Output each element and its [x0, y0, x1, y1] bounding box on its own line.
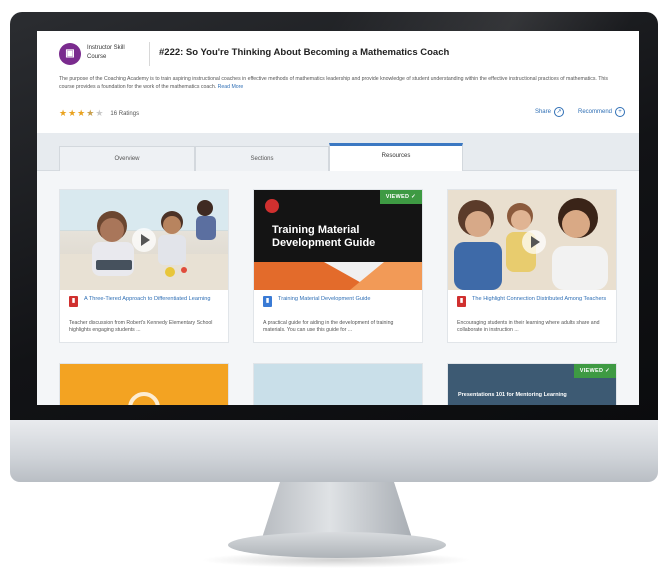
resource-thumbnail[interactable]: VIEWED ✓ Presentations 101 for Mentoring… — [448, 364, 616, 405]
resource-card[interactable]: ▮ A Three-Tiered Approach to Differentia… — [59, 189, 229, 343]
monitor-chin — [10, 420, 658, 482]
tab-sections[interactable]: Sections — [195, 146, 329, 171]
resource-card[interactable]: VIEWED ✓ Presentations 101 for Mentoring… — [447, 363, 617, 405]
resource-title[interactable]: The Highlight Connection Distributed Amo… — [472, 296, 610, 304]
document-thumbnail[interactable]: Training Material Development Guide VIEW… — [254, 190, 422, 290]
star-full-icon: ★ — [68, 108, 77, 118]
star-full-icon: ★ — [77, 108, 86, 118]
viewed-badge: VIEWED ✓ — [379, 190, 422, 204]
video-thumbnail[interactable] — [60, 190, 228, 290]
brand-name-line1: Instructor Skill — [87, 45, 125, 51]
share-icon: ↗ — [553, 107, 564, 117]
tab-resources[interactable]: Resources — [329, 143, 463, 171]
resource-card[interactable] — [59, 363, 229, 405]
viewed-badge: VIEWED ✓ — [573, 364, 616, 378]
thumbs-up-icon: + — [615, 107, 625, 117]
thumbnail-title-line1: Training Material — [272, 224, 360, 236]
doc-icon: ▮ — [263, 296, 272, 307]
screen: ▣ Instructor Skill Course #222: So You'r… — [37, 31, 639, 405]
thumbnail-title: Training Material Development Guide — [272, 224, 375, 250]
monitor-stand-neck — [262, 482, 412, 538]
resource-thumbnail[interactable] — [60, 364, 228, 405]
share-button[interactable]: Share ↗ — [535, 107, 564, 117]
resource-title[interactable]: A Three-Tiered Approach to Differentiate… — [84, 296, 222, 304]
video-thumbnail[interactable] — [448, 190, 616, 290]
resource-card[interactable]: Training Material Development Guide VIEW… — [253, 189, 423, 343]
star-full-icon: ★ — [59, 108, 68, 118]
rating-count: 16 Ratings — [110, 110, 140, 117]
course-header: ▣ Instructor Skill Course #222: So You'r… — [37, 31, 639, 133]
course-description: The purpose of the Coaching Academy is t… — [59, 75, 625, 91]
play-icon[interactable] — [522, 230, 546, 254]
star-half-icon: ★ — [86, 108, 95, 118]
recommend-button[interactable]: Recommend + — [578, 107, 625, 117]
brand-logo-icon: ▣ — [59, 43, 81, 65]
resource-card[interactable] — [253, 363, 423, 405]
resource-description: Teacher discussion from Robert's Kennedy… — [69, 320, 213, 334]
tab-bar: Overview Sections Resources — [37, 133, 639, 171]
resource-description: A practical guide for aiding in the deve… — [263, 320, 394, 334]
resource-description: Encouraging students in their learning w… — [457, 320, 600, 334]
resources-grid: ▮ A Three-Tiered Approach to Differentia… — [37, 171, 639, 405]
resource-card[interactable]: ▮ The Highlight Connection Distributed A… — [447, 189, 617, 343]
thumbnail-title: Presentations 101 for Mentoring Learning — [458, 392, 567, 398]
brand-name-line2: Course — [87, 54, 107, 60]
share-label: Share — [534, 109, 551, 115]
thumbnail-title-line2: Development Guide — [272, 237, 376, 249]
header-actions: Share ↗ Recommend + — [535, 107, 625, 117]
pdf-icon: ▮ — [457, 296, 466, 307]
course-title: #222: So You're Thinking About Becoming … — [159, 47, 450, 58]
resource-thumbnail[interactable] — [254, 364, 422, 405]
course-description-text: The purpose of the Coaching Academy is t… — [59, 76, 609, 90]
monitor-stand-base — [228, 532, 446, 558]
star-empty-icon: ★ — [95, 108, 104, 118]
orange-cover-graphic — [128, 392, 160, 405]
resource-title[interactable]: Training Material Development Guide — [278, 296, 416, 304]
read-more-link[interactable]: Read More — [218, 84, 244, 90]
course-rating[interactable]: ★ ★ ★ ★ ★ 16 Ratings — [59, 109, 139, 118]
header-divider — [149, 42, 150, 66]
pdf-icon: ▮ — [69, 296, 78, 307]
play-icon[interactable] — [132, 228, 156, 252]
tab-overview[interactable]: Overview — [59, 146, 195, 171]
recommend-label: Recommend — [577, 109, 612, 115]
